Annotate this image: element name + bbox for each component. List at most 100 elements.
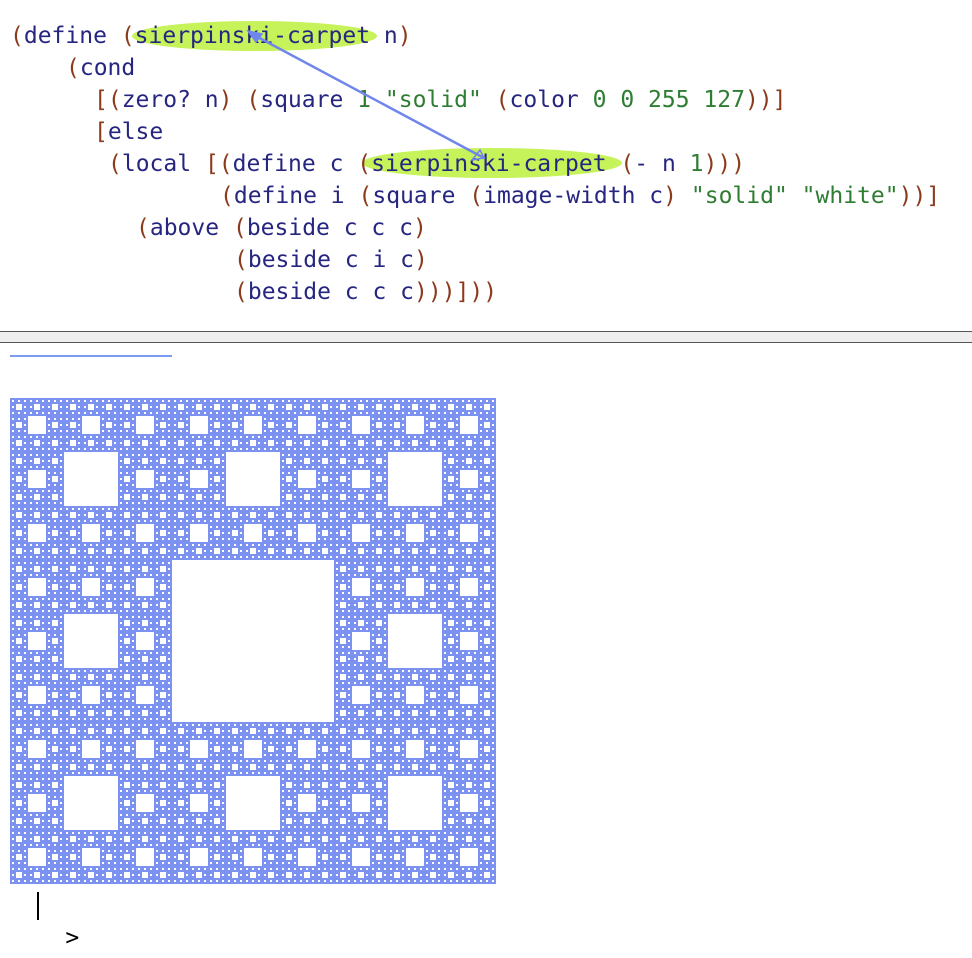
carpet-hole [246,838,248,840]
carpet-hole [366,652,368,654]
code-line[interactable]: [(zero? n) (square 1 "solid" (color 0 0 … [94,84,787,116]
carpet-hole [18,688,20,690]
carpet-hole [168,736,170,738]
carpet-hole [336,424,338,426]
carpet-hole [240,862,242,864]
carpet-hole [102,508,104,510]
carpet-hole [366,664,368,666]
code-line[interactable]: (local [(define c (sierpinski-carpet (- … [108,148,745,180]
code-line[interactable]: (define (sierpinski-carpet n) [10,20,412,52]
carpet-hole [486,400,488,402]
carpet-hole [348,508,350,510]
carpet-hole [456,808,458,810]
carpet-hole [210,802,212,804]
carpet-hole [96,760,98,762]
carpet-hole [372,742,374,744]
carpet-hole [372,478,374,480]
repl-current-line[interactable]: > [10,890,79,951]
carpet-hole [456,730,458,732]
carpet-hole [108,508,110,510]
carpet-hole [258,406,260,408]
carpet-hole [324,544,326,546]
carpet-hole [114,766,116,768]
carpet-hole [108,430,110,432]
carpet-hole [304,836,310,842]
carpet-hole [16,422,22,428]
carpet-hole [222,808,224,810]
carpet-hole [82,848,100,866]
carpet-hole [18,448,20,450]
carpet-hole [48,694,50,696]
carpet-hole [72,724,74,726]
code-line[interactable]: (beside c c c)))])) [234,276,497,308]
carpet-hole [480,586,482,588]
carpet-hole [456,490,458,492]
carpet-hole [462,880,464,882]
carpet-hole [270,844,272,846]
carpet-hole [174,874,176,876]
carpet-hole [390,556,392,558]
definitions-editor[interactable]: (define (sierpinski-carpet n) (cond [(ze… [0,0,972,330]
carpet-hole [168,550,170,552]
carpet-hole [60,832,62,834]
carpet-hole [448,692,454,698]
carpet-hole [162,880,164,882]
carpet-hole [42,514,44,516]
carpet-hole [16,512,22,518]
carpet-hole [420,760,422,762]
carpet-hole [36,670,38,672]
pane-divider[interactable] [0,331,972,343]
carpet-hole [150,730,152,732]
code-line[interactable]: (above (beside c c c) [136,212,427,244]
carpet-hole [12,406,14,408]
carpet-hole [186,826,188,828]
carpet-hole [160,854,166,860]
carpet-hole [444,406,446,408]
carpet-hole [426,880,428,882]
carpet-hole [336,538,338,540]
carpet-hole [222,478,224,480]
carpet-hole [330,406,332,408]
carpet-hole [210,478,212,480]
carpet-hole [216,544,218,546]
sierpinski-carpet-image [10,398,496,884]
carpet-hole [214,836,220,842]
carpet-hole [484,494,490,500]
carpet-hole [480,466,482,468]
carpet-hole [186,772,188,774]
code-line[interactable]: (beside c i c) [234,244,428,276]
carpet-hole [474,778,476,780]
carpet-hole [330,856,332,858]
carpet-hole [288,490,290,492]
carpet-hole [412,566,418,572]
interactions-pane[interactable]: > (sierpinski-carpet 5) > [0,344,972,958]
carpet-hole [120,832,122,834]
carpet-hole [492,640,494,642]
carpet-hole [444,802,446,804]
carpet-hole [28,632,46,650]
carpet-hole [402,574,404,576]
carpet-hole [24,502,26,504]
carpet-hole [264,526,266,528]
carpet-hole [204,520,206,522]
code-line[interactable]: (cond [66,52,135,84]
carpet-hole [210,460,212,462]
carpet-hole [156,748,158,750]
carpet-hole [30,874,32,876]
carpet-hole [222,514,224,516]
carpet-hole [324,826,326,828]
carpet-hole [306,868,308,870]
carpet-hole [186,802,188,804]
carpet-hole [276,856,278,858]
carpet-hole [432,736,434,738]
carpet-hole [12,874,14,876]
carpet-hole [336,472,338,474]
carpet-hole [18,628,20,630]
carpet-hole [162,646,164,648]
carpet-hole [30,454,32,456]
code-line[interactable]: (define i (square (image-width c) "solid… [220,180,940,212]
code-line[interactable]: [else [94,116,163,148]
carpet-hole [108,844,110,846]
carpet-hole [124,836,130,842]
carpet-hole [66,544,68,546]
